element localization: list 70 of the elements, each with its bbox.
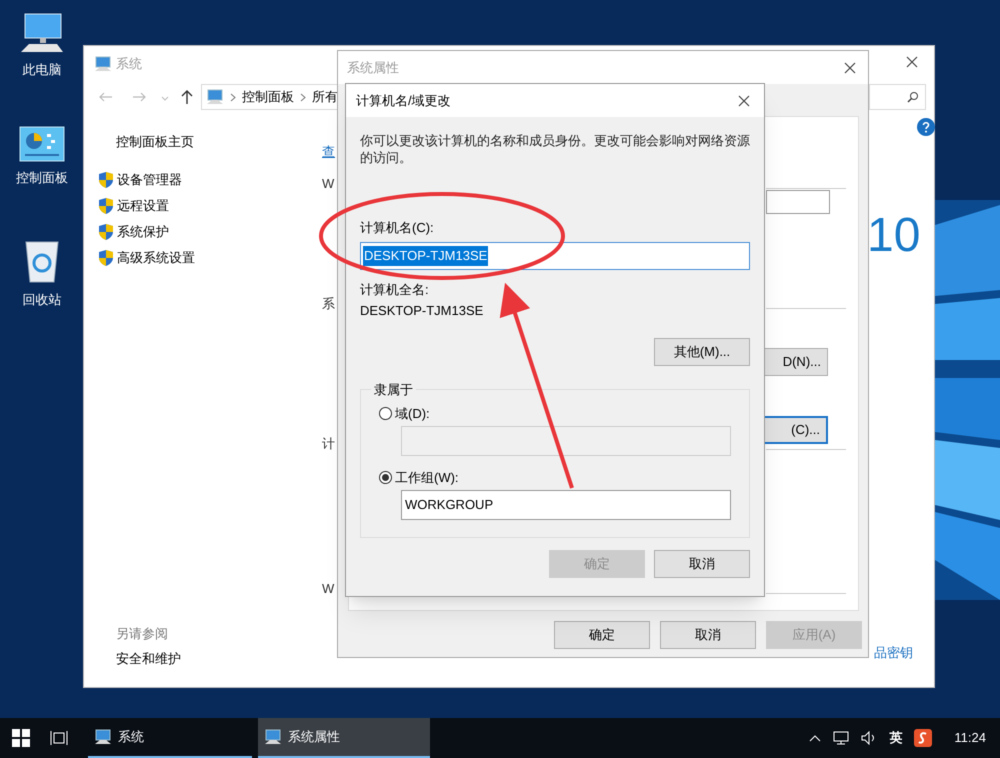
taskbar-item[interactable]: 系统 bbox=[88, 718, 252, 758]
see-also-heading: 另请参阅 bbox=[116, 625, 168, 643]
product-key-link[interactable]: 品密钥 bbox=[874, 643, 913, 662]
radio-button[interactable] bbox=[379, 471, 392, 484]
radio-button[interactable] bbox=[379, 407, 392, 420]
shield-icon bbox=[98, 249, 114, 267]
close-icon[interactable] bbox=[844, 62, 856, 74]
monitor-icon bbox=[94, 729, 112, 745]
up-arrow-icon[interactable] bbox=[181, 89, 193, 105]
breadcrumb-item[interactable]: 所有 bbox=[312, 87, 338, 107]
more-button[interactable]: 其他(M)... bbox=[654, 338, 750, 366]
windows-start-icon[interactable] bbox=[12, 729, 30, 747]
taskbar-label: 系统属性 bbox=[288, 728, 340, 746]
radio-label[interactable]: 工作组(W): bbox=[395, 468, 459, 488]
dialog-button[interactable]: 取消 bbox=[654, 550, 750, 578]
group-label: 隶属于 bbox=[373, 381, 414, 399]
radio-label[interactable]: 域(D): bbox=[395, 404, 430, 424]
help-icon[interactable] bbox=[917, 118, 935, 136]
task-view-icon[interactable] bbox=[50, 730, 68, 746]
close-icon[interactable] bbox=[738, 94, 750, 106]
search-icon bbox=[907, 91, 919, 103]
full-name-text: DESKTOP-TJM13SE bbox=[360, 303, 484, 319]
input-app-icon[interactable] bbox=[914, 729, 932, 747]
content-text: W bbox=[322, 176, 334, 192]
taskbar-label: 系统 bbox=[118, 728, 144, 746]
taskbar-item[interactable]: 系统属性 bbox=[258, 718, 430, 758]
field-label: 计算机名(C): bbox=[360, 220, 435, 236]
computer-icon[interactable] bbox=[19, 12, 65, 54]
input-method-indicator[interactable]: 英 bbox=[889, 728, 902, 748]
shield-icon bbox=[98, 223, 114, 241]
shield-icon bbox=[98, 171, 114, 189]
monitor-icon bbox=[264, 729, 282, 745]
chevron-right-icon bbox=[230, 92, 236, 102]
clock-text: 11:24 bbox=[954, 729, 986, 748]
monitor-icon bbox=[94, 56, 112, 72]
desktop-icon-label[interactable]: 此电脑 bbox=[22, 60, 62, 80]
see-also-link[interactable]: 安全和维护 bbox=[116, 649, 181, 668]
close-icon[interactable] bbox=[906, 56, 918, 68]
sidebar-link[interactable]: 设备管理器 bbox=[117, 170, 182, 190]
dialog-button[interactable]: 确定 bbox=[554, 621, 650, 649]
content-text: W bbox=[322, 581, 334, 597]
content-text: 计 bbox=[322, 436, 335, 452]
content-link[interactable]: 查 bbox=[322, 144, 335, 160]
dialog-button[interactable]: 取消 bbox=[660, 621, 756, 649]
window-title: 系统 bbox=[116, 55, 142, 73]
field-value: DESKTOP-TJM13SE bbox=[363, 246, 488, 266]
search-field[interactable] bbox=[869, 84, 926, 110]
breadcrumb-item[interactable]: 控制面板 bbox=[242, 87, 294, 107]
content-text: 系 bbox=[322, 296, 335, 312]
computer-name-field[interactable]: DESKTOP-TJM13SE bbox=[360, 242, 750, 270]
input-field[interactable] bbox=[766, 190, 830, 214]
shield-icon bbox=[98, 197, 114, 215]
desktop-icon-label[interactable]: 回收站 bbox=[22, 290, 62, 310]
sidebar-heading[interactable]: 控制面板主页 bbox=[116, 132, 194, 152]
window-title: 系统属性 bbox=[347, 58, 399, 77]
sidebar-link[interactable]: 系统保护 bbox=[117, 222, 169, 242]
sidebar-link[interactable]: 高级系统设置 bbox=[117, 248, 195, 268]
windows-version-text: 10 bbox=[867, 208, 920, 264]
field-value: WORKGROUP bbox=[405, 496, 494, 514]
chevron-right-icon bbox=[300, 92, 306, 102]
dialog-title: 计算机名/域更改 bbox=[356, 92, 451, 110]
monitor-icon bbox=[206, 89, 224, 105]
input-field[interactable]: WORKGROUP bbox=[401, 490, 731, 520]
control-panel-icon[interactable] bbox=[19, 126, 65, 162]
sidebar-link[interactable]: 远程设置 bbox=[117, 196, 169, 216]
description-text: 你可以更改该计算机的名称和成员身份。更改可能会影响对网络资源的访问。 bbox=[360, 132, 750, 166]
desktop-icon-label[interactable]: 控制面板 bbox=[16, 168, 68, 188]
chevron-up-icon[interactable] bbox=[809, 734, 822, 742]
network-icon[interactable] bbox=[833, 731, 850, 745]
field-label: 计算机全名: bbox=[360, 282, 430, 298]
